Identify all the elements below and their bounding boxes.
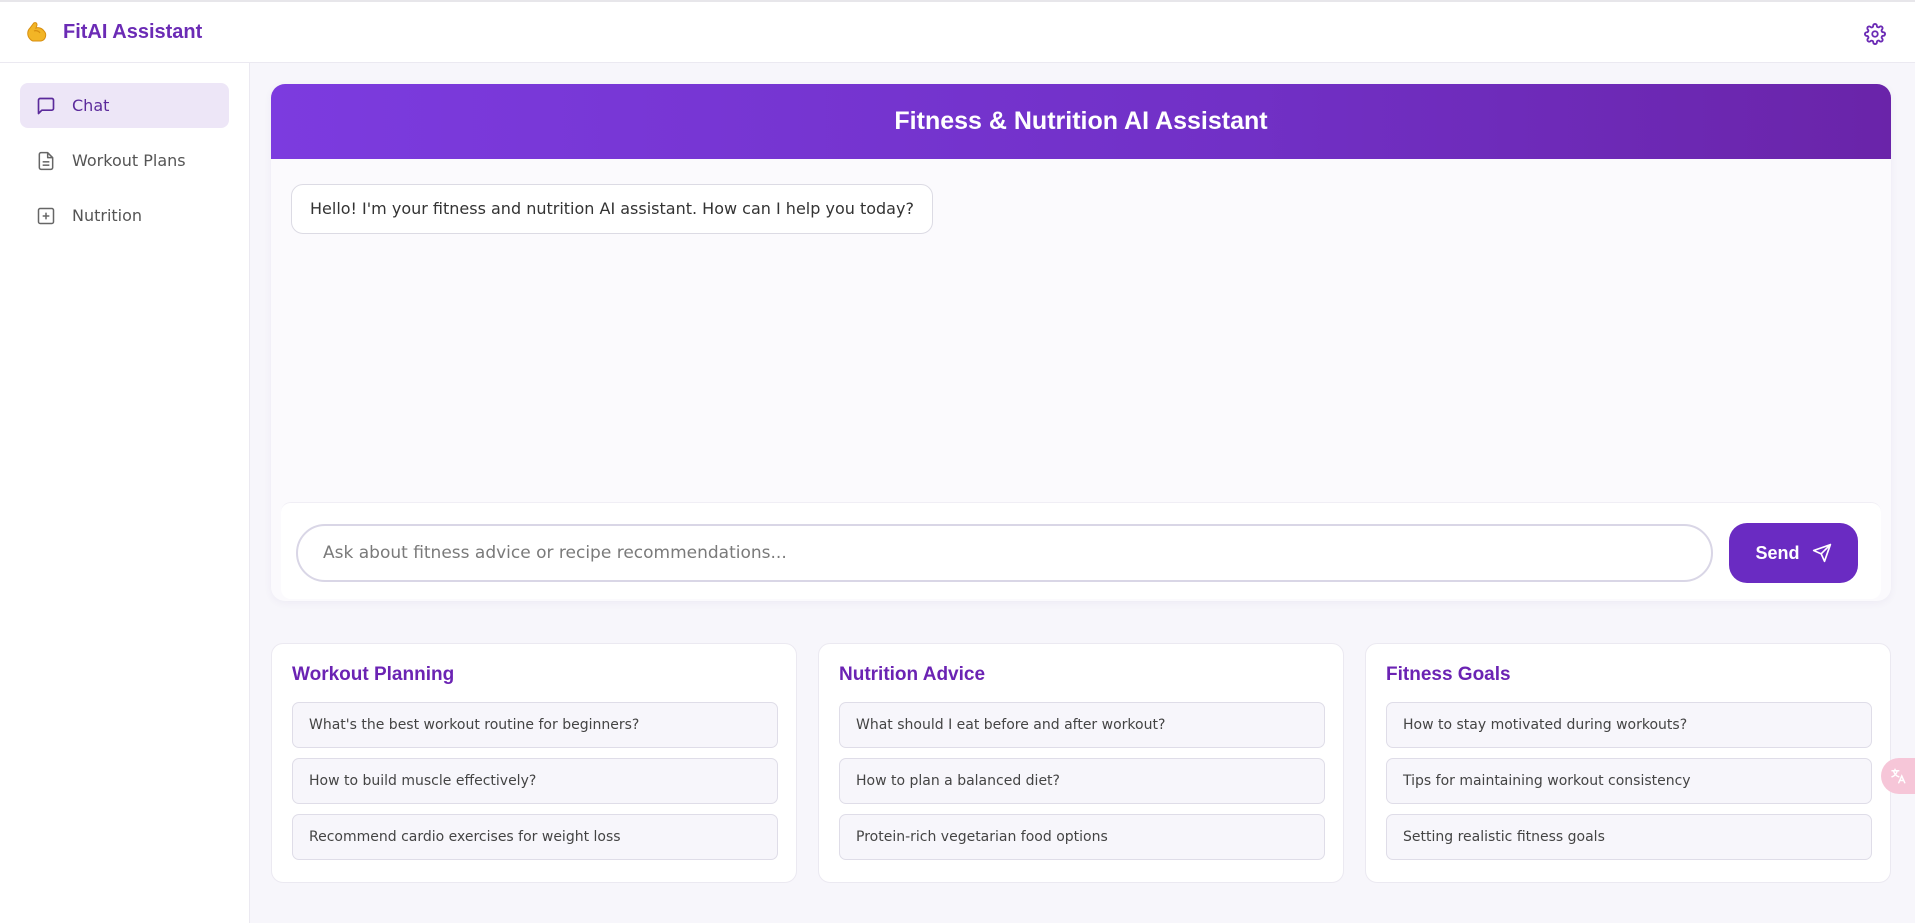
chat-header: Fitness & Nutrition AI Assistant [271, 84, 1891, 159]
suggestion-item[interactable]: How to build muscle effectively? [292, 758, 778, 804]
paper-plane-icon [1812, 543, 1832, 563]
suggestion-item[interactable]: What's the best workout routine for begi… [292, 702, 778, 748]
suggestion-item[interactable]: Setting realistic fitness goals [1386, 814, 1872, 860]
sidebar-item-workout-plans[interactable]: Workout Plans [20, 138, 229, 183]
suggestion-card-nutrition-advice: Nutrition Advice What should I eat befor… [818, 643, 1344, 883]
sidebar-item-label: Nutrition [72, 206, 143, 225]
suggestion-card-fitness-goals: Fitness Goals How to stay motivated duri… [1365, 643, 1891, 883]
suggestion-cards: Workout Planning What's the best workout… [271, 643, 1891, 883]
assistant-message: Hello! I'm your fitness and nutrition AI… [291, 184, 933, 234]
gear-icon[interactable] [1864, 23, 1886, 45]
send-label: Send [1755, 542, 1800, 563]
suggestion-item[interactable]: Recommend cardio exercises for weight lo… [292, 814, 778, 860]
translate-icon[interactable] [1881, 758, 1915, 794]
suggestion-item[interactable]: Tips for maintaining workout consistency [1386, 758, 1872, 804]
document-icon [36, 151, 56, 171]
message-input[interactable] [296, 524, 1713, 582]
card-title: Fitness Goals [1386, 664, 1511, 685]
flexed-biceps-icon [24, 19, 50, 45]
suggestion-item[interactable]: How to plan a balanced diet? [839, 758, 1325, 804]
plus-square-icon [36, 206, 56, 226]
suggestion-item[interactable]: What should I eat before and after worko… [839, 702, 1325, 748]
page-title: Fitness & Nutrition AI Assistant [894, 107, 1268, 135]
send-button[interactable]: Send [1729, 523, 1858, 583]
suggestion-item[interactable]: How to stay motivated during workouts? [1386, 702, 1872, 748]
message-composer: Send [281, 502, 1881, 599]
chat-bubble-icon [36, 96, 56, 116]
card-title: Nutrition Advice [839, 664, 986, 685]
sidebar: Chat Workout Plans Nutrition [0, 63, 250, 923]
top-bar: FitAI Assistant [0, 0, 1915, 63]
chat-panel: Fitness & Nutrition AI Assistant Hello! … [271, 84, 1891, 601]
suggestion-item[interactable]: Protein-rich vegetarian food options [839, 814, 1325, 860]
brand[interactable]: FitAI Assistant [24, 19, 202, 45]
sidebar-item-label: Workout Plans [72, 151, 186, 170]
message-list: Hello! I'm your fitness and nutrition AI… [271, 159, 1891, 504]
sidebar-item-nutrition[interactable]: Nutrition [20, 193, 229, 238]
card-title: Workout Planning [292, 664, 455, 685]
sidebar-item-chat[interactable]: Chat [20, 83, 229, 128]
sidebar-item-label: Chat [72, 96, 110, 115]
app-name: FitAI Assistant [63, 20, 203, 43]
suggestion-card-workout-planning: Workout Planning What's the best workout… [271, 643, 797, 883]
